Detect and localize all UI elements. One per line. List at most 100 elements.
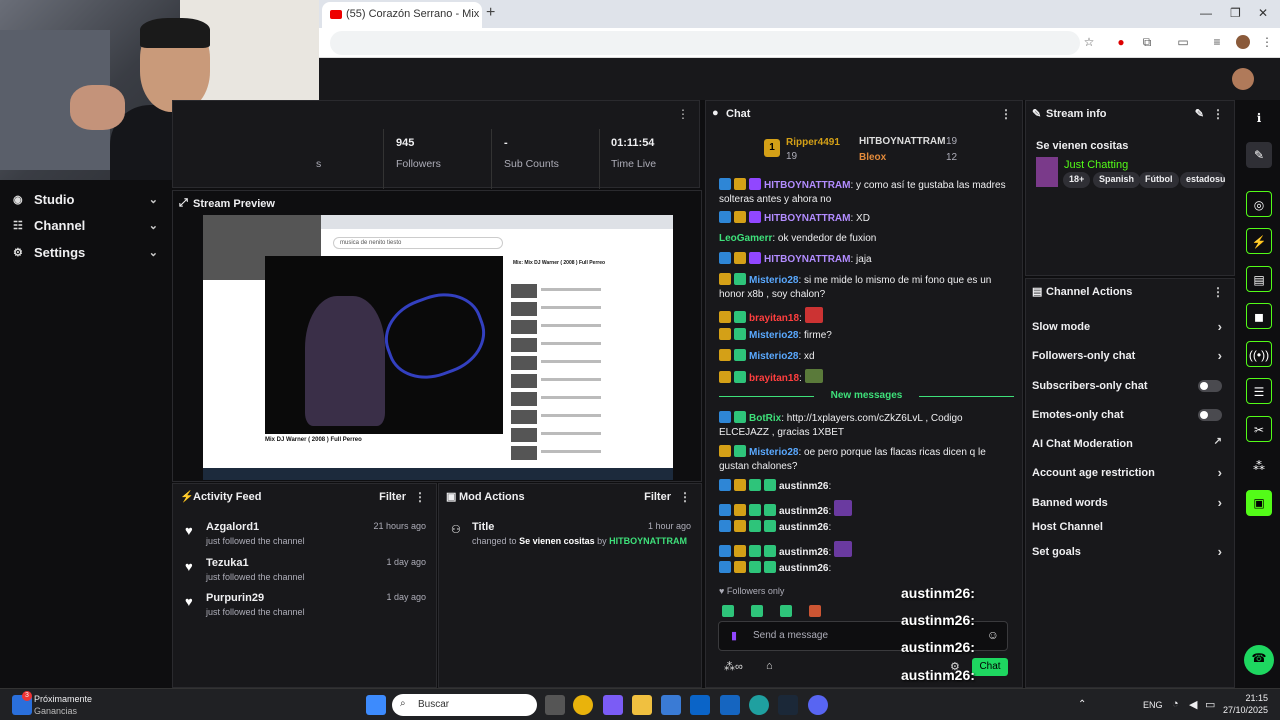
app-icon[interactable]: ▣ [1246, 490, 1272, 516]
stream-tag[interactable]: Fútbol [1139, 172, 1179, 188]
chat-username[interactable]: austinm26 [779, 563, 828, 574]
clock-date[interactable]: 27/10/2025 [1220, 705, 1268, 715]
action-banned-words[interactable]: Banned words › [1032, 495, 1230, 510]
chat-icon[interactable]: ◼ [1246, 303, 1272, 329]
chat-username[interactable]: HITBOYNATTRAM [764, 180, 850, 191]
follower-name[interactable]: Purpurin29 [206, 592, 264, 604]
action-slow-mode[interactable]: Slow mode › [1032, 319, 1230, 334]
store-icon[interactable]: ⌂ [766, 660, 773, 672]
leader-name[interactable]: HITBOYNATTRAM [859, 136, 945, 147]
sidebar-item-studio[interactable]: ◉ Studio ⌄ [0, 187, 172, 213]
chat-username[interactable]: Misterio28 [749, 351, 798, 362]
stream-category[interactable]: Just Chatting [1064, 159, 1128, 171]
category-thumbnail[interactable] [1036, 157, 1058, 187]
follower-name[interactable]: Tezuka1 [206, 557, 249, 569]
chat-username[interactable]: BotRix [749, 413, 781, 424]
info-icon[interactable]: ℹ [1246, 105, 1272, 131]
more-options-icon[interactable]: ⋮ [679, 490, 691, 504]
action-emotes-only[interactable]: Emotes-only chat [1032, 409, 1230, 421]
cast-icon[interactable]: ▭ [1176, 35, 1190, 49]
edit-icon[interactable]: ✎ [1195, 107, 1204, 120]
new-tab-button[interactable]: + [486, 4, 495, 22]
lightning-icon[interactable]: ⚡ [1246, 228, 1272, 254]
discord-icon[interactable] [808, 695, 828, 715]
volume-icon[interactable]: ◀ [1189, 698, 1197, 711]
maximize-button[interactable]: ❐ [1230, 6, 1241, 20]
chat-username[interactable]: Misterio28 [749, 447, 798, 458]
chat-username[interactable]: austinm26 [779, 481, 828, 492]
mod-action-moderator[interactable]: HITBOYNATTRAM [609, 536, 687, 546]
leader-name[interactable]: Bleox [859, 152, 886, 163]
new-messages-divider[interactable]: New messages [719, 390, 1014, 402]
user-avatar[interactable] [1232, 68, 1254, 90]
chat-username[interactable]: brayitan18 [749, 373, 799, 384]
community-icon[interactable]: ⁂ [1246, 453, 1272, 479]
action-account-age[interactable]: Account age restriction › [1032, 465, 1230, 480]
windows-start-icon[interactable] [366, 695, 386, 715]
sidebar-item-channel[interactable]: ☷ Channel ⌄ [0, 213, 172, 239]
sidebar-item-settings[interactable]: ⚙ Settings ⌄ [0, 240, 172, 266]
emote-icon[interactable] [751, 605, 763, 617]
expand-icon[interactable]: ⤢ [179, 197, 188, 210]
chat-username[interactable]: LeoGamerr [719, 233, 772, 244]
chrome-icon[interactable] [573, 695, 593, 715]
document-icon[interactable]: ▤ [1246, 266, 1272, 292]
battery-icon[interactable]: ▭ [1205, 698, 1215, 711]
more-options-icon[interactable]: ⋮ [677, 107, 689, 121]
chat-username[interactable]: Misterio28 [749, 330, 798, 341]
url-input[interactable] [330, 31, 1080, 55]
emote-icon[interactable] [809, 605, 821, 617]
filter-button[interactable]: Filter [379, 491, 406, 503]
wifi-icon[interactable]: ◔ [1172, 698, 1179, 710]
more-options-icon[interactable]: ⋮ [1212, 285, 1224, 299]
chat-username[interactable]: austinm26 [779, 547, 828, 558]
minimize-button[interactable]: — [1200, 6, 1212, 20]
chat-username[interactable]: austinm26 [779, 506, 828, 517]
subscribers-only-toggle[interactable] [1198, 380, 1222, 392]
follower-name[interactable]: Azgalord1 [206, 521, 259, 533]
stream-preview-video[interactable]: musica de nenito tiesto Mix DJ Warner ( … [203, 215, 673, 480]
clock-time[interactable]: 21:15 [1226, 693, 1268, 703]
stream-tag[interactable]: 18+ [1063, 172, 1091, 188]
file-explorer-icon[interactable] [632, 695, 652, 715]
filter-button[interactable]: Filter [644, 491, 671, 503]
layout-icon[interactable]: ☰ [1246, 378, 1272, 404]
chat-username[interactable]: HITBOYNATTRAM [764, 213, 850, 224]
browser-tab[interactable]: (55) Corazón Serrano - Mix Mo [322, 2, 482, 28]
store-icon[interactable] [661, 695, 681, 715]
menu-icon[interactable]: ⋮ [1260, 35, 1274, 49]
bookmark-star-icon[interactable]: ☆ [1082, 35, 1096, 49]
tools-icon[interactable]: ✂ [1246, 416, 1272, 442]
copilot-icon[interactable] [603, 695, 623, 715]
chat-username[interactable]: Misterio28 [749, 275, 798, 286]
action-followers-only[interactable]: Followers-only chat › [1032, 348, 1230, 363]
chat-username[interactable]: brayitan18 [749, 313, 799, 324]
steam-icon[interactable] [778, 695, 798, 715]
puzzle-icon[interactable]: ⧉ [1140, 35, 1154, 49]
outlook-icon[interactable] [690, 695, 710, 715]
action-ai-moderation[interactable]: AI Chat Moderation ↗ [1032, 436, 1230, 450]
action-subscribers-only[interactable]: Subscribers-only chat [1032, 380, 1230, 392]
help-icon[interactable]: ☎ [1244, 645, 1274, 675]
emote-bar[interactable] [722, 602, 832, 617]
broadcast-icon[interactable]: ((•)) [1246, 341, 1272, 367]
dropbox-icon[interactable] [720, 695, 740, 715]
chevron-up-icon[interactable]: ⌃ [1078, 699, 1086, 710]
extension-icon[interactable]: ● [1114, 35, 1128, 49]
action-set-goals[interactable]: Set goals › [1032, 544, 1230, 559]
task-view-icon[interactable] [545, 695, 565, 715]
more-options-icon[interactable]: ⋮ [414, 490, 426, 504]
points-icon[interactable]: ⁂∞ [724, 660, 743, 673]
language-indicator[interactable]: ENG [1143, 700, 1163, 710]
stream-tag[interactable]: estadosun [1180, 172, 1225, 188]
close-button[interactable]: ✕ [1258, 6, 1268, 20]
edge-icon[interactable] [749, 695, 769, 715]
chat-username[interactable]: HITBOYNATTRAM [764, 254, 850, 265]
camera-icon[interactable]: ◎ [1246, 191, 1272, 217]
microphone-icon[interactable]: ▮ [731, 629, 737, 642]
leader-name[interactable]: Ripper4491 [786, 137, 840, 148]
stream-tag[interactable]: Spanish [1093, 172, 1141, 188]
profile-icon[interactable] [1236, 35, 1250, 49]
pencil-icon[interactable]: ✎ [1246, 142, 1272, 168]
chat-username[interactable]: austinm26 [779, 522, 828, 533]
